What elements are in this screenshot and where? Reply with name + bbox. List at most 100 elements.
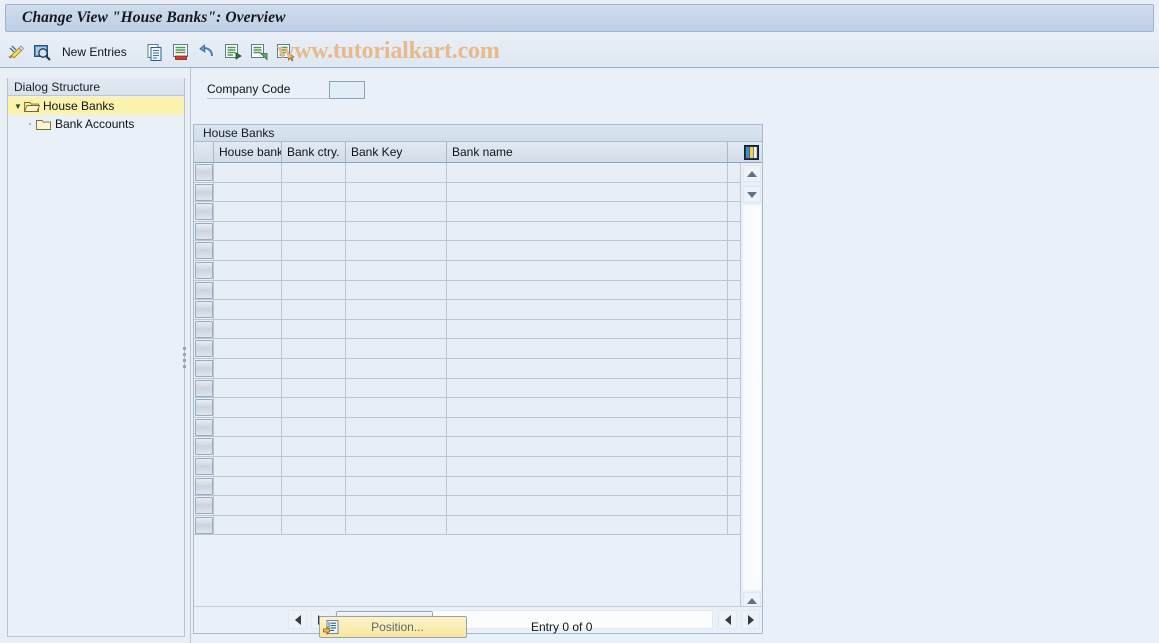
undo-icon[interactable] (197, 42, 217, 62)
table-row[interactable] (194, 260, 762, 281)
cell-bank_name[interactable] (447, 260, 728, 281)
cell-house_bank[interactable] (214, 378, 282, 399)
cell-bank_name[interactable] (447, 202, 728, 222)
row-selector-cell[interactable] (194, 202, 214, 222)
row-selector-button[interactable] (195, 164, 213, 181)
row-selector-button[interactable] (195, 242, 213, 260)
row-selector-cell[interactable] (194, 221, 214, 242)
cell-bank_name[interactable] (447, 300, 728, 320)
row-selector-button[interactable] (195, 340, 213, 358)
column-header-bank-name[interactable]: Bank name (447, 142, 728, 162)
cell-bank_ctry[interactable] (282, 163, 346, 183)
new-entries-button[interactable]: New Entries (62, 45, 127, 59)
row-selector-button[interactable] (195, 261, 213, 279)
cell-bank_ctry[interactable] (282, 202, 346, 222)
table-row[interactable] (194, 300, 762, 320)
cell-house_bank[interactable] (214, 300, 282, 320)
sidebar-item-house-banks[interactable]: ▼ House Banks (8, 97, 184, 115)
cell-bank_name[interactable] (447, 398, 728, 418)
cell-house_bank[interactable] (214, 221, 282, 242)
cell-bank_name[interactable] (447, 358, 728, 379)
cell-bank_name[interactable] (447, 241, 728, 261)
table-row[interactable] (194, 496, 762, 516)
table-row[interactable] (194, 476, 762, 497)
cell-bank_ctry[interactable] (282, 378, 346, 399)
row-selector-cell[interactable] (194, 496, 214, 516)
cell-bank_key[interactable] (346, 260, 447, 281)
cell-bank_key[interactable] (346, 456, 447, 477)
row-selector-cell[interactable] (194, 358, 214, 379)
cell-bank_key[interactable] (346, 358, 447, 379)
cell-bank_name[interactable] (447, 280, 728, 301)
row-selector-cell[interactable] (194, 476, 214, 497)
chevron-down-icon[interactable]: ▼ (12, 102, 24, 111)
cell-house_bank[interactable] (214, 496, 282, 516)
cell-bank_name[interactable] (447, 319, 728, 340)
cell-bank_ctry[interactable] (282, 476, 346, 497)
cell-bank_key[interactable] (346, 221, 447, 242)
cell-bank_name[interactable] (447, 339, 728, 359)
cell-bank_key[interactable] (346, 241, 447, 261)
cell-bank_name[interactable] (447, 496, 728, 516)
row-selector-cell[interactable] (194, 260, 214, 281)
row-selector-button[interactable] (195, 222, 213, 240)
row-selector-cell[interactable] (194, 241, 214, 261)
vertical-scroll-track[interactable] (742, 205, 761, 590)
scroll-page-up-button[interactable] (742, 186, 761, 203)
column-header-selector[interactable] (194, 142, 214, 162)
cell-bank_name[interactable] (447, 437, 728, 457)
cell-bank_name[interactable] (447, 515, 728, 536)
cell-bank_key[interactable] (346, 339, 447, 359)
row-selector-button[interactable] (195, 301, 213, 319)
row-selector-button[interactable] (195, 203, 213, 221)
row-selector-cell[interactable] (194, 378, 214, 399)
table-row[interactable] (194, 221, 762, 242)
cell-house_bank[interactable] (214, 456, 282, 477)
row-selector-cell[interactable] (194, 182, 214, 203)
cell-house_bank[interactable] (214, 280, 282, 301)
cell-bank_ctry[interactable] (282, 358, 346, 379)
copy-as-icon[interactable] (145, 42, 165, 62)
cell-bank_ctry[interactable] (282, 221, 346, 242)
row-selector-cell[interactable] (194, 339, 214, 359)
cell-house_bank[interactable] (214, 358, 282, 379)
row-selector-button[interactable] (195, 320, 213, 338)
row-selector-button[interactable] (195, 457, 213, 475)
position-button[interactable]: Position... (319, 616, 467, 638)
cell-bank_key[interactable] (346, 319, 447, 340)
cell-bank_key[interactable] (346, 182, 447, 203)
cell-bank_name[interactable] (447, 221, 728, 242)
cell-house_bank[interactable] (214, 241, 282, 261)
cell-bank_ctry[interactable] (282, 437, 346, 457)
cell-bank_ctry[interactable] (282, 456, 346, 477)
row-selector-cell[interactable] (194, 280, 214, 301)
cell-bank_key[interactable] (346, 496, 447, 516)
table-row[interactable] (194, 398, 762, 418)
row-selector-cell[interactable] (194, 319, 214, 340)
cell-bank_ctry[interactable] (282, 515, 346, 536)
cell-bank_key[interactable] (346, 437, 447, 457)
cell-bank_ctry[interactable] (282, 260, 346, 281)
column-header-bank-key[interactable]: Bank Key (346, 142, 447, 162)
row-selector-cell[interactable] (194, 163, 214, 183)
column-header-house-bank[interactable]: House bank (214, 142, 282, 162)
table-row[interactable] (194, 339, 762, 359)
table-row[interactable] (194, 378, 762, 399)
table-settings-icon[interactable] (740, 142, 762, 162)
cell-bank_key[interactable] (346, 202, 447, 222)
table-row[interactable] (194, 319, 762, 340)
cell-house_bank[interactable] (214, 182, 282, 203)
delete-icon[interactable] (171, 42, 191, 62)
cell-bank_key[interactable] (346, 398, 447, 418)
cell-bank_key[interactable] (346, 476, 447, 497)
change-display-pencil-icon[interactable] (6, 42, 26, 62)
display-details-magnifier-icon[interactable] (32, 42, 52, 62)
cell-bank_name[interactable] (447, 182, 728, 203)
row-selector-button[interactable] (195, 477, 213, 495)
cell-house_bank[interactable] (214, 437, 282, 457)
row-selector-cell[interactable] (194, 456, 214, 477)
table-row[interactable] (194, 202, 762, 222)
cell-bank_ctry[interactable] (282, 496, 346, 516)
row-selector-button[interactable] (195, 281, 213, 299)
table-row[interactable] (194, 437, 762, 457)
